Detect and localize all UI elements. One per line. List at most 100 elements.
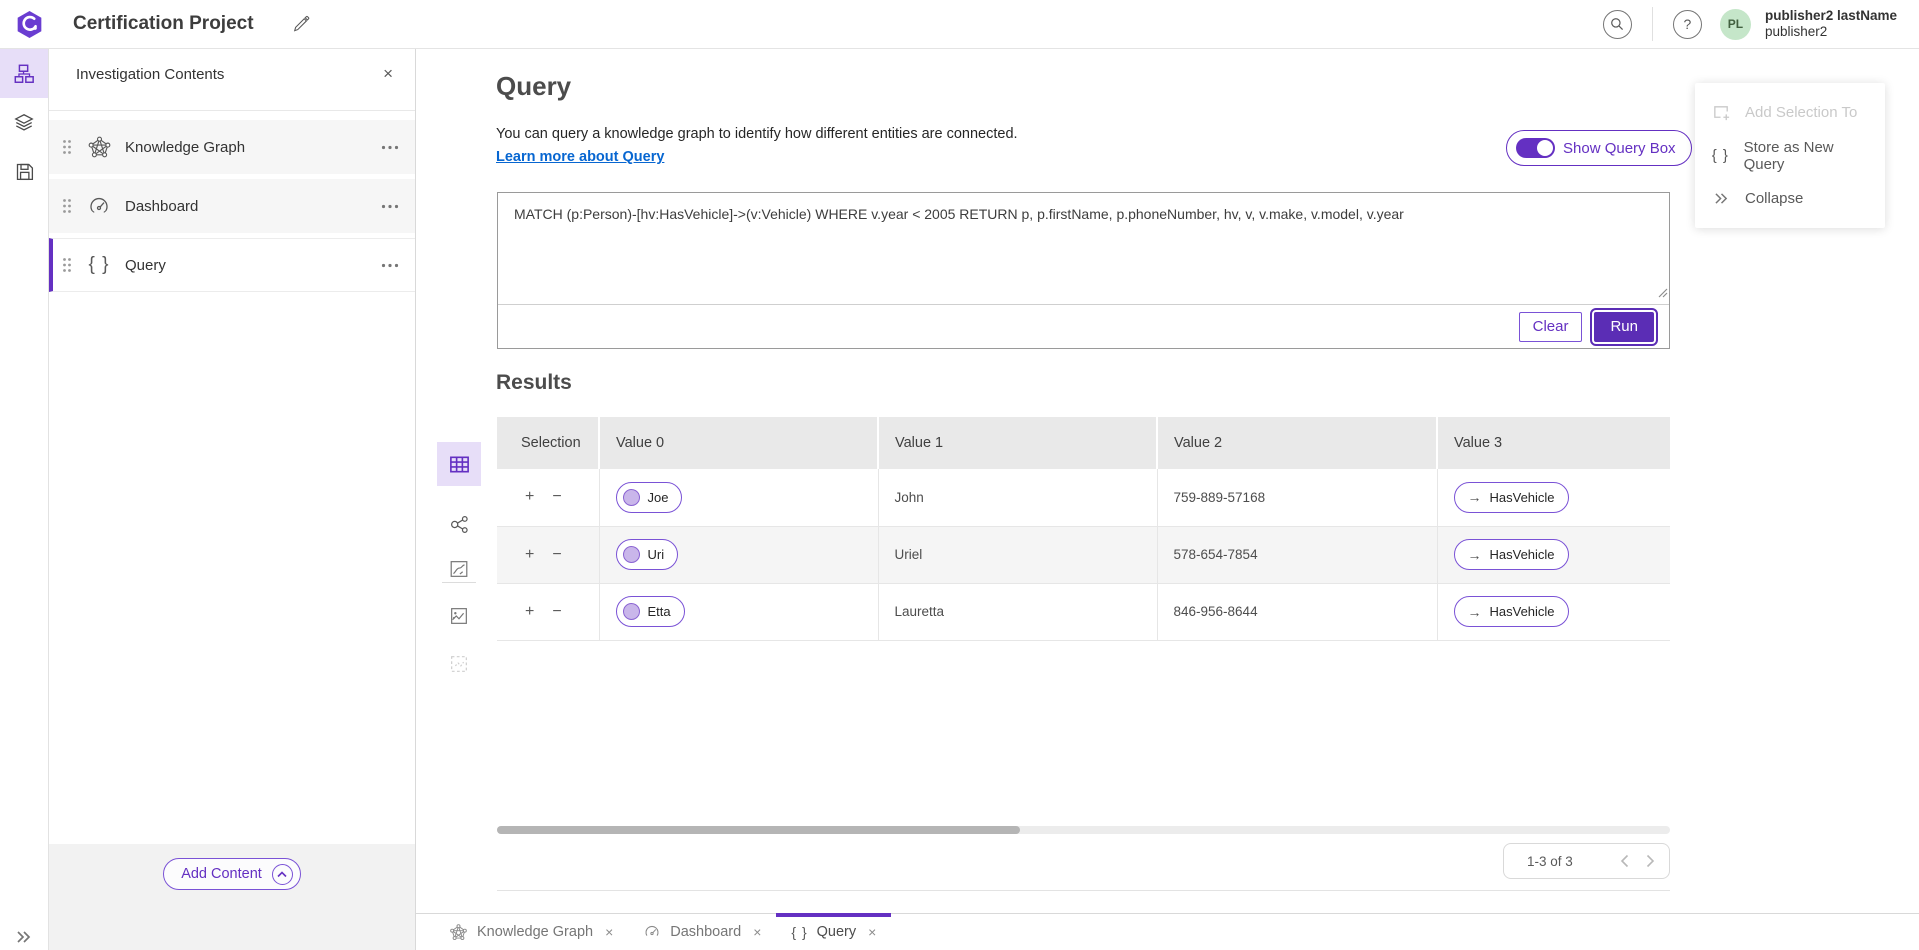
map-view-button[interactable] — [437, 547, 481, 591]
learn-more-link[interactable]: Learn more about Query — [496, 149, 664, 165]
clear-button[interactable]: Clear — [1519, 312, 1583, 342]
drag-handle-icon[interactable] — [62, 139, 72, 155]
arrow-right-icon: → — [1468, 604, 1482, 620]
edit-title-icon[interactable] — [292, 15, 310, 33]
help-button[interactable]: ? — [1673, 10, 1702, 39]
menu-item-store-as-new-query[interactable]: { } Store as New Query — [1695, 134, 1885, 177]
remove-selection-button[interactable]: − — [550, 546, 563, 564]
arrow-right-icon: → — [1468, 489, 1482, 505]
table-row: +− Uri Uriel 578-654-7854 →HasVehicle — [497, 526, 1670, 583]
double-chevron-right-icon — [16, 930, 32, 944]
dashboard-gauge-icon — [643, 923, 661, 941]
overflow-menu-icon[interactable] — [381, 263, 399, 268]
page-title: Query — [496, 71, 571, 102]
rail-item-save[interactable] — [0, 147, 48, 196]
user-name: publisher2 lastName publisher2 — [1765, 8, 1897, 40]
map-icon — [448, 558, 470, 580]
menu-item-collapse[interactable]: Collapse — [1695, 177, 1885, 220]
disabled-view-button — [437, 642, 481, 686]
panel-footer: Add Content — [49, 844, 415, 950]
view-switcher-strip — [437, 442, 481, 732]
expand-rail-button[interactable] — [0, 930, 48, 944]
drag-handle-icon[interactable] — [62, 257, 72, 273]
network-view-button[interactable] — [437, 502, 481, 546]
tab-label: Dashboard — [670, 924, 741, 940]
overflow-menu-icon[interactable] — [381, 145, 399, 150]
project-title: Certification Project — [73, 13, 254, 35]
menu-item-label: Store as New Query — [1744, 139, 1869, 173]
add-selection-button[interactable]: + — [523, 603, 536, 621]
add-content-button[interactable]: Add Content — [163, 858, 301, 890]
next-page-icon[interactable] — [1646, 854, 1655, 868]
table-view-button[interactable] — [437, 442, 481, 486]
user-name-line1: publisher2 lastName — [1765, 8, 1897, 24]
content-item-knowledge-graph[interactable]: Knowledge Graph — [49, 120, 415, 174]
query-options-menu: Add Selection To { } Store as New Query … — [1695, 83, 1885, 228]
relationship-chip[interactable]: →HasVehicle — [1454, 482, 1569, 513]
bottom-tab-bar: Knowledge Graph × Dashboard × { } Query … — [416, 913, 1919, 950]
app-logo-icon — [15, 10, 44, 39]
entity-chip[interactable]: Uri — [616, 539, 679, 570]
close-tab-icon[interactable]: × — [753, 924, 761, 940]
table-header-row: Selection Value 0 Value 1 Value 2 Value … — [497, 417, 1670, 469]
braces-icon: { } — [86, 254, 112, 276]
search-button[interactable] — [1603, 10, 1632, 39]
previous-page-icon[interactable] — [1620, 854, 1629, 868]
dashed-frame-icon — [448, 653, 470, 675]
overflow-menu-icon[interactable] — [381, 204, 399, 209]
close-tab-icon[interactable]: × — [868, 924, 876, 940]
tab-knowledge-graph[interactable]: Knowledge Graph × — [434, 914, 628, 950]
resize-grip-icon[interactable] — [1656, 285, 1668, 303]
results-heading: Results — [496, 371, 572, 395]
question-icon: ? — [1684, 16, 1692, 32]
content-item-dashboard[interactable]: Dashboard — [49, 179, 415, 233]
horizontal-scrollbar[interactable] — [497, 826, 1670, 834]
strip-divider — [442, 582, 476, 583]
cell-value: 846-956-8644 — [1174, 604, 1258, 619]
table-row: +− Joe John 759-889-57168 →HasVehicle — [497, 469, 1670, 526]
drag-handle-icon[interactable] — [62, 198, 72, 214]
tab-query[interactable]: { } Query × — [776, 914, 891, 950]
knowledge-graph-icon — [86, 135, 112, 160]
close-panel-icon[interactable]: × — [377, 62, 399, 86]
save-icon — [14, 161, 35, 182]
add-selection-button[interactable]: + — [523, 546, 536, 564]
top-bar: Certification Project ? PL publisher2 la… — [0, 0, 1919, 49]
add-selection-button[interactable]: + — [523, 488, 536, 506]
toggle-switch-on[interactable] — [1516, 138, 1555, 158]
entity-chip-label: Joe — [648, 490, 669, 505]
table-row: +− Etta Lauretta 846-956-8644 →HasVehicl… — [497, 583, 1670, 640]
show-query-box-toggle[interactable]: Show Query Box — [1506, 130, 1692, 166]
relationship-chip[interactable]: →HasVehicle — [1454, 539, 1569, 570]
menu-item-label: Add Selection To — [1745, 104, 1857, 121]
remove-selection-button[interactable]: − — [550, 603, 563, 621]
run-button[interactable]: Run — [1594, 312, 1654, 342]
rail-item-layers[interactable] — [0, 98, 48, 147]
query-description: You can query a knowledge graph to ident… — [496, 126, 1018, 142]
map-contents-view-button[interactable] — [437, 594, 481, 638]
scrollbar-thumb[interactable] — [497, 826, 1020, 834]
entity-chip[interactable]: Etta — [616, 596, 685, 627]
remove-selection-button[interactable]: − — [550, 488, 563, 506]
add-content-label: Add Content — [181, 866, 262, 882]
arrow-right-icon: → — [1468, 547, 1482, 563]
entity-chip-label: Etta — [648, 604, 671, 619]
column-header-selection: Selection — [497, 417, 599, 469]
entity-chip[interactable]: Joe — [616, 482, 683, 513]
column-header-value1: Value 1 — [878, 417, 1157, 469]
menu-item-add-selection-to: Add Selection To — [1695, 91, 1885, 134]
toggle-label: Show Query Box — [1563, 140, 1676, 157]
entity-node-icon — [623, 546, 640, 563]
relationship-chip[interactable]: →HasVehicle — [1454, 596, 1569, 627]
tab-dashboard[interactable]: Dashboard × — [628, 914, 776, 950]
entity-node-icon — [623, 489, 640, 506]
user-avatar[interactable]: PL — [1720, 9, 1751, 40]
content-item-query[interactable]: { } Query — [49, 238, 415, 292]
query-actions: Clear Run — [498, 305, 1669, 348]
query-input[interactable]: MATCH (p:Person)-[hv:HasVehicle]->(v:Veh… — [498, 193, 1669, 304]
rail-item-contents[interactable] — [0, 49, 48, 98]
user-name-line2: publisher2 — [1765, 24, 1897, 40]
close-tab-icon[interactable]: × — [605, 924, 613, 940]
column-header-value3: Value 3 — [1437, 417, 1670, 469]
active-tab-indicator — [776, 913, 891, 917]
